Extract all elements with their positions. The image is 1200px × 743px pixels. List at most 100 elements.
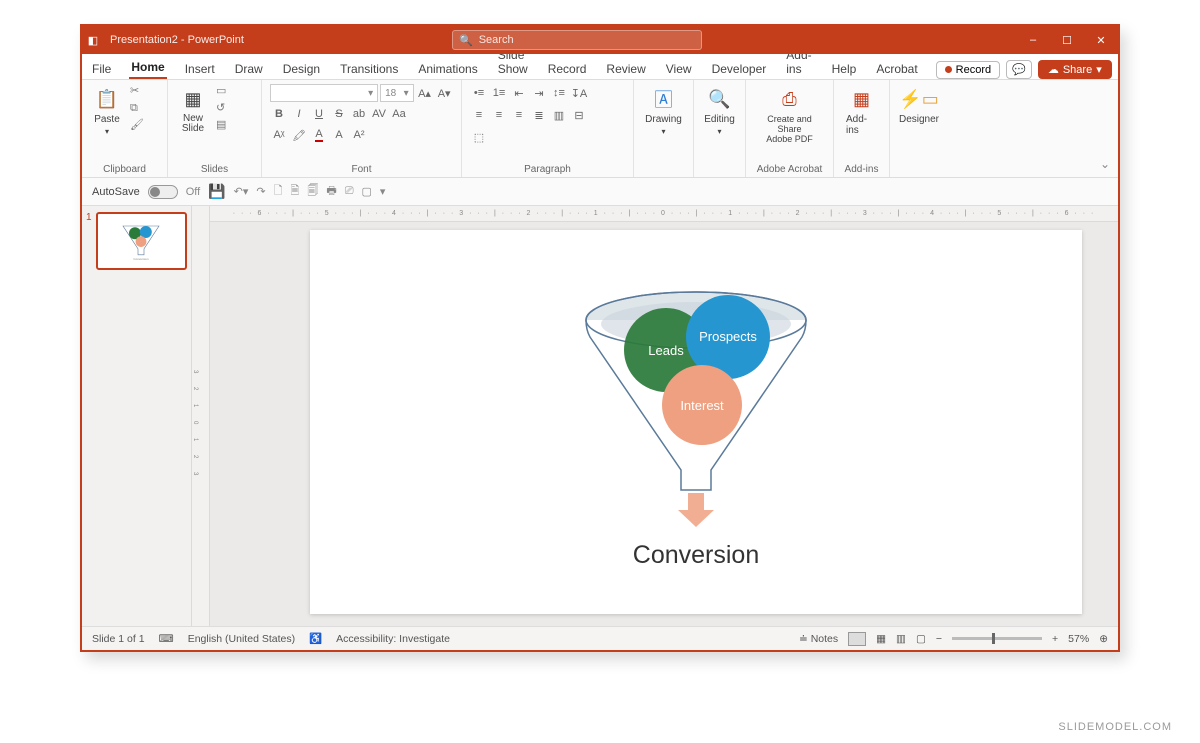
clear-format-icon[interactable]: Aᵡ [270, 126, 288, 144]
notes-button[interactable]: ≐ Notes [799, 633, 838, 645]
qat-icon-1[interactable]: 🗋 [274, 182, 283, 201]
tab-help[interactable]: Help [830, 59, 859, 79]
editing-button[interactable]: 🔍Editing▾ [702, 84, 737, 138]
align-left-icon[interactable]: ≡ [470, 106, 488, 124]
maximize-button[interactable]: ☐ [1050, 26, 1084, 54]
shadow-button[interactable]: ab [350, 105, 368, 123]
tab-file[interactable]: File [90, 59, 113, 79]
bullets-icon[interactable]: •≡ [470, 84, 488, 102]
align-center-icon[interactable]: ≡ [490, 106, 508, 124]
new-slide-button[interactable]: ▦New Slide [176, 84, 210, 136]
save-icon[interactable]: 💾 [208, 183, 225, 200]
font-size-select[interactable]: 18▾ [380, 84, 414, 102]
zoom-slider[interactable] [952, 637, 1042, 640]
comments-button[interactable]: 💬 [1006, 60, 1032, 79]
tab-draw[interactable]: Draw [233, 59, 265, 79]
numbering-icon[interactable]: 1≡ [490, 84, 508, 102]
close-button[interactable]: ✕ [1084, 26, 1118, 54]
search-box[interactable]: 🔍 [452, 30, 702, 50]
italic-button[interactable]: I [290, 105, 308, 123]
qat-icon-6[interactable]: ▢ [362, 185, 372, 198]
reading-view-icon[interactable]: ▥ [896, 633, 906, 645]
line-spacing-icon[interactable]: ↕≡ [550, 84, 568, 102]
slideshow-view-icon[interactable]: ▢ [916, 633, 926, 645]
fit-window-icon[interactable]: ⊕ [1099, 633, 1108, 645]
minimize-button[interactable]: – [1016, 26, 1050, 54]
convert-smartart-icon[interactable]: ⬚ [470, 128, 488, 146]
slides-group-label: Slides [176, 162, 253, 175]
accessibility-icon[interactable]: ♿ [309, 632, 322, 645]
tab-record[interactable]: Record [546, 59, 589, 79]
tab-insert[interactable]: Insert [183, 59, 217, 79]
zoom-in-icon[interactable]: + [1052, 633, 1058, 645]
paste-button[interactable]: 📋Paste▾ [90, 84, 124, 138]
collapse-ribbon-icon[interactable]: ⌄ [1100, 157, 1110, 171]
addins-button[interactable]: ▦Add-ins [842, 84, 881, 138]
layout-icon[interactable]: ▭ [216, 84, 232, 98]
tab-home[interactable]: Home [129, 57, 166, 79]
text-direction-icon[interactable]: ↧A [570, 84, 588, 102]
tab-design[interactable]: Design [281, 59, 322, 79]
search-input[interactable] [479, 34, 695, 46]
leads-label: Leads [648, 343, 684, 358]
underline-button[interactable]: U [310, 105, 328, 123]
qat-icon-3[interactable]: 🗐 [307, 182, 318, 201]
tab-animations[interactable]: Animations [416, 59, 479, 79]
increase-font-icon[interactable]: A▴ [416, 84, 434, 102]
record-button[interactable]: Record [936, 61, 1000, 79]
decrease-font-icon[interactable]: A▾ [435, 84, 453, 102]
bold-button[interactable]: B [270, 105, 288, 123]
conversion-caption[interactable]: Conversion [633, 541, 759, 570]
normal-view-icon[interactable] [848, 632, 866, 646]
slide-thumbnail-1[interactable]: Conversion [96, 212, 187, 270]
qat-icon-5[interactable]: ⎚ [345, 185, 354, 198]
redo-icon[interactable]: ↷ [256, 185, 265, 198]
highlight-icon[interactable]: 🖍 [290, 126, 308, 144]
undo-icon[interactable]: ↶▾ [234, 185, 249, 198]
format-painter-icon[interactable]: 🖌 [130, 118, 146, 132]
tab-transitions[interactable]: Transitions [338, 59, 400, 79]
cut-icon[interactable]: ✂ [130, 84, 146, 98]
tab-developer[interactable]: Developer [710, 59, 769, 79]
indent-dec-icon[interactable]: ⇤ [510, 84, 528, 102]
addins-icon: ▦ [849, 86, 875, 112]
align-text-icon[interactable]: ⊟ [570, 106, 588, 124]
copy-icon[interactable]: ⧉ [130, 101, 146, 115]
adobe-pdf-button[interactable]: ⎙Create and Share Adobe PDF [754, 84, 825, 146]
qat-print-icon[interactable]: 🖶 [326, 182, 336, 201]
share-button[interactable]: ☁ Share ▾ [1038, 60, 1112, 79]
designer-button[interactable]: ⚡▭Designer [898, 84, 940, 127]
slide-counter: Slide 1 of 1 [92, 633, 145, 645]
zoom-percent[interactable]: 57% [1068, 633, 1089, 645]
funnel-diagram[interactable]: Leads Prospects Interest [566, 275, 826, 535]
strike-button[interactable]: S [330, 105, 348, 123]
more-font-icon[interactable]: A [330, 126, 348, 144]
slide-thumbnails-panel[interactable]: 1 Conversion [82, 206, 192, 626]
slide-canvas[interactable]: Leads Prospects Interest Conversion [310, 230, 1082, 614]
group-drawing: 🄰Drawing▾ [634, 80, 694, 177]
sorter-view-icon[interactable]: ▦ [876, 633, 886, 645]
zoom-out-icon[interactable]: − [936, 633, 942, 645]
tab-review[interactable]: Review [604, 59, 647, 79]
font-color-icon[interactable]: A [310, 126, 328, 144]
justify-icon[interactable]: ≣ [530, 106, 548, 124]
qat-icon-2[interactable]: 🗎 [290, 182, 299, 201]
drawing-button[interactable]: 🄰Drawing▾ [642, 84, 685, 138]
tab-view[interactable]: View [664, 59, 694, 79]
superscript-icon[interactable]: A² [350, 126, 368, 144]
align-right-icon[interactable]: ≡ [510, 106, 528, 124]
reset-icon[interactable]: ↺ [216, 101, 232, 115]
spacing-button[interactable]: AV [370, 105, 388, 123]
spellcheck-icon[interactable]: ⌨ [159, 633, 174, 645]
columns-icon[interactable]: ▥ [550, 106, 568, 124]
changecase-button[interactable]: Aa [390, 105, 408, 123]
autosave-toggle[interactable] [148, 185, 178, 199]
indent-inc-icon[interactable]: ⇥ [530, 84, 548, 102]
accessibility-status[interactable]: Accessibility: Investigate [336, 633, 450, 645]
font-family-select[interactable]: ▾ [270, 84, 378, 102]
qat-icon-7[interactable]: ▾ [380, 185, 386, 198]
language-indicator[interactable]: English (United States) [188, 633, 295, 645]
section-icon[interactable]: ▤ [216, 118, 232, 132]
vertical-ruler: 3 2 1 0 1 2 3 [192, 206, 210, 626]
tab-acrobat[interactable]: Acrobat [874, 59, 919, 79]
